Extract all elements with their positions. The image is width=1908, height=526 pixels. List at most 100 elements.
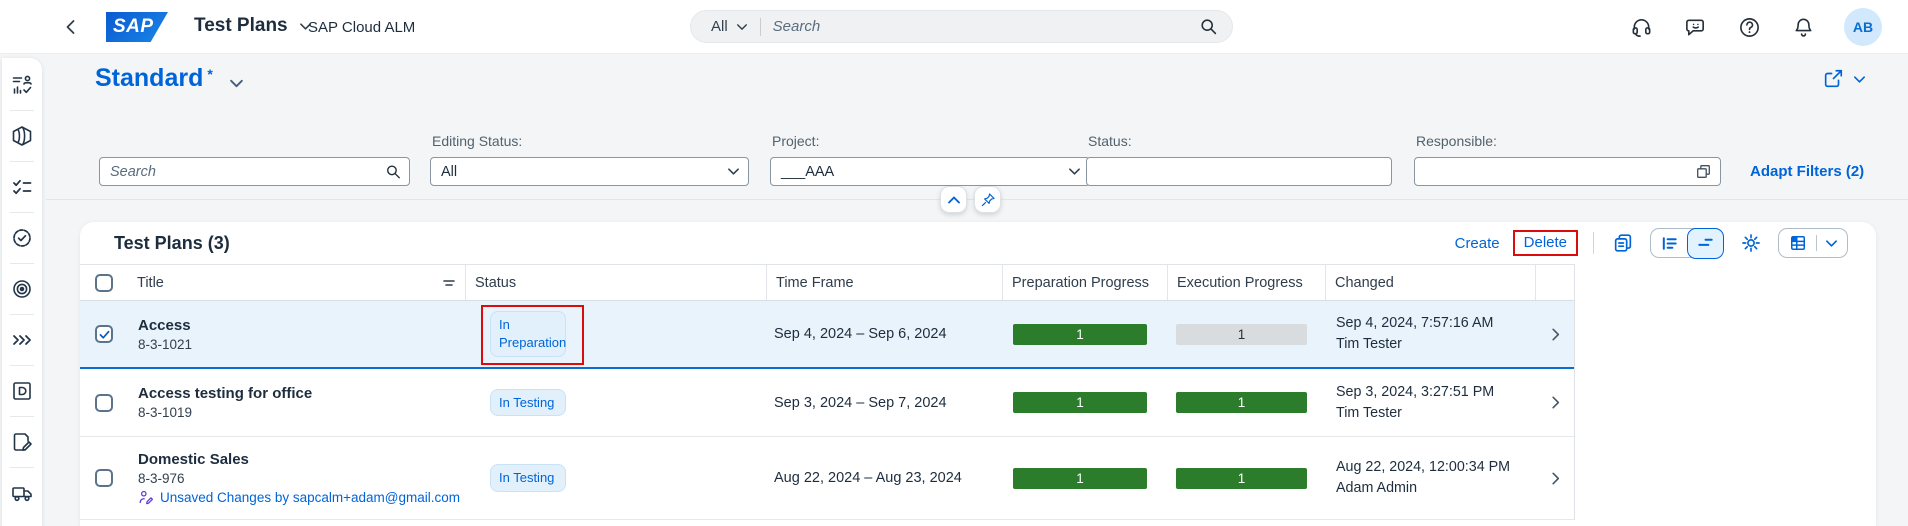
view-variant-title: Standard [95, 64, 203, 93]
delete-button[interactable]: Delete [1524, 234, 1567, 251]
table-row[interactable]: Access 8-3-1021 In Preparation Sep 4, 20… [80, 301, 1574, 369]
chevron-right-icon [1548, 327, 1563, 342]
checklist-icon [11, 176, 33, 198]
create-button[interactable]: Create [1455, 235, 1500, 252]
export-menu-button[interactable] [1778, 228, 1848, 258]
row-navigation[interactable] [1536, 301, 1575, 367]
sidebar-item-requirements[interactable] [2, 264, 42, 314]
row-checkbox[interactable] [95, 469, 113, 487]
table-row[interactable]: Domestic Sales 8-3-976 Unsaved Changes b… [80, 437, 1574, 520]
preparation-progress-bar: 1 [1013, 468, 1147, 489]
filter-search-input[interactable] [110, 164, 385, 180]
row-navigation[interactable] [1536, 437, 1575, 519]
search-icon[interactable] [385, 163, 401, 180]
chevron-down-icon [1825, 237, 1838, 250]
product-name: SAP Cloud ALM [308, 19, 415, 36]
search-divider [760, 18, 761, 36]
adapt-filters-link[interactable]: Adapt Filters (2) [1750, 163, 1864, 180]
changed-timestamp: Sep 3, 2024, 3:27:51 PM [1336, 383, 1494, 402]
test-plan-title: Access testing for office [138, 385, 312, 402]
column-header-title[interactable]: Title [128, 265, 466, 300]
collapse-groups-button[interactable] [1687, 228, 1724, 259]
notifications-button[interactable] [1790, 14, 1816, 40]
feedback-chat-icon [1684, 16, 1707, 39]
sidebar-item-test-overview[interactable] [2, 60, 42, 110]
column-header-changed[interactable]: Changed [1326, 265, 1536, 300]
time-frame-cell: Sep 4, 2024 – Sep 6, 2024 [767, 301, 1003, 367]
chevron-left-icon [63, 19, 79, 35]
sidebar-item-quality[interactable] [2, 213, 42, 263]
responsible-field[interactable] [1414, 157, 1721, 186]
sidebar-item-deployment[interactable] [2, 315, 42, 365]
column-header-execution[interactable]: Execution Progress [1168, 265, 1326, 300]
pin-header-button[interactable] [974, 186, 1001, 213]
editing-status-select[interactable]: All [430, 157, 749, 186]
row-checkbox-checked[interactable] [95, 325, 113, 343]
sidebar-item-processes[interactable] [2, 111, 42, 161]
collapse-header-button[interactable] [940, 186, 967, 213]
execution-progress-cell: 1 [1168, 301, 1326, 367]
sap-logo: SAP [106, 12, 168, 42]
share-menu-button[interactable] [1822, 68, 1866, 90]
test-overview-icon [11, 74, 33, 96]
sidebar-item-test-preparation[interactable] [2, 417, 42, 467]
project-value: ___AAA [781, 164, 1068, 180]
global-search-input[interactable] [773, 18, 1199, 35]
time-frame-cell: Aug 22, 2024 – Aug 23, 2024 [767, 437, 1003, 519]
delete-annotation-box: Delete [1513, 230, 1578, 256]
column-header-time-frame[interactable]: Time Frame [767, 265, 1003, 300]
unsaved-changes-link[interactable]: Unsaved Changes by sapcalm+adam@gmail.co… [138, 489, 460, 505]
status-badge: In Testing [490, 464, 566, 492]
search-icon[interactable] [1199, 17, 1218, 36]
view-variant-selector[interactable]: Standard* [95, 64, 244, 93]
support-headset-icon [1630, 16, 1653, 39]
filter-search-field[interactable] [99, 157, 410, 186]
changed-cell: Sep 3, 2024, 3:27:51 PM Tim Tester [1326, 369, 1536, 436]
delivery-truck-icon [11, 482, 33, 504]
copy-button[interactable] [1609, 229, 1637, 257]
select-all-checkbox-cell [80, 265, 128, 300]
chevron-down-icon [736, 21, 748, 33]
notifications-bell-icon [1792, 16, 1815, 39]
project-select[interactable]: ___AAA [770, 157, 1090, 186]
sap-logo-text: SAP [113, 16, 154, 37]
sidebar-item-deliveries[interactable] [2, 468, 42, 518]
unsaved-changes-text: Unsaved Changes by sapcalm+adam@gmail.co… [160, 490, 460, 505]
expand-groups-button[interactable] [1651, 228, 1688, 258]
triple-chevron-icon [11, 329, 33, 351]
chevron-down-icon [229, 76, 244, 91]
editing-status-label: Editing Status: [432, 133, 522, 149]
column-header-navigation [1536, 265, 1575, 300]
changed-by: Tim Tester [1336, 404, 1402, 423]
table-settings-button[interactable] [1737, 229, 1765, 257]
global-search[interactable]: All [690, 10, 1233, 43]
table-row[interactable]: Access testing for office 8-3-1019 In Te… [80, 369, 1574, 437]
column-header-preparation[interactable]: Preparation Progress [1003, 265, 1168, 300]
export-spreadsheet-icon [1788, 233, 1808, 253]
column-header-status[interactable]: Status [466, 265, 767, 300]
sidebar-item-defects[interactable] [2, 366, 42, 416]
changed-cell: Sep 4, 2024, 7:57:16 AM Tim Tester [1326, 301, 1536, 367]
row-checkbox[interactable] [95, 394, 113, 412]
editing-status-value: All [441, 164, 727, 180]
shell-actions: AB [1628, 0, 1882, 54]
navigation-sidebar [2, 58, 42, 526]
help-button[interactable] [1736, 14, 1762, 40]
row-checkbox-cell [80, 437, 128, 519]
row-navigation[interactable] [1536, 369, 1575, 436]
back-button[interactable] [58, 14, 84, 40]
app-title-menu[interactable]: Test Plans [194, 15, 312, 37]
test-plan-title: Domestic Sales [138, 451, 249, 468]
group-mode-toggle [1650, 228, 1724, 258]
support-button[interactable] [1628, 14, 1654, 40]
sidebar-item-tasks[interactable] [2, 162, 42, 212]
test-plan-id: 8-3-1021 [138, 337, 192, 352]
search-scope-select[interactable]: All [711, 18, 748, 35]
pin-icon [980, 192, 996, 208]
status-select[interactable] [1086, 157, 1392, 186]
avatar-initials: AB [1853, 19, 1873, 35]
value-help-icon[interactable] [1695, 163, 1712, 180]
feedback-button[interactable] [1682, 14, 1708, 40]
select-all-checkbox[interactable] [95, 274, 113, 292]
user-avatar[interactable]: AB [1844, 8, 1882, 46]
